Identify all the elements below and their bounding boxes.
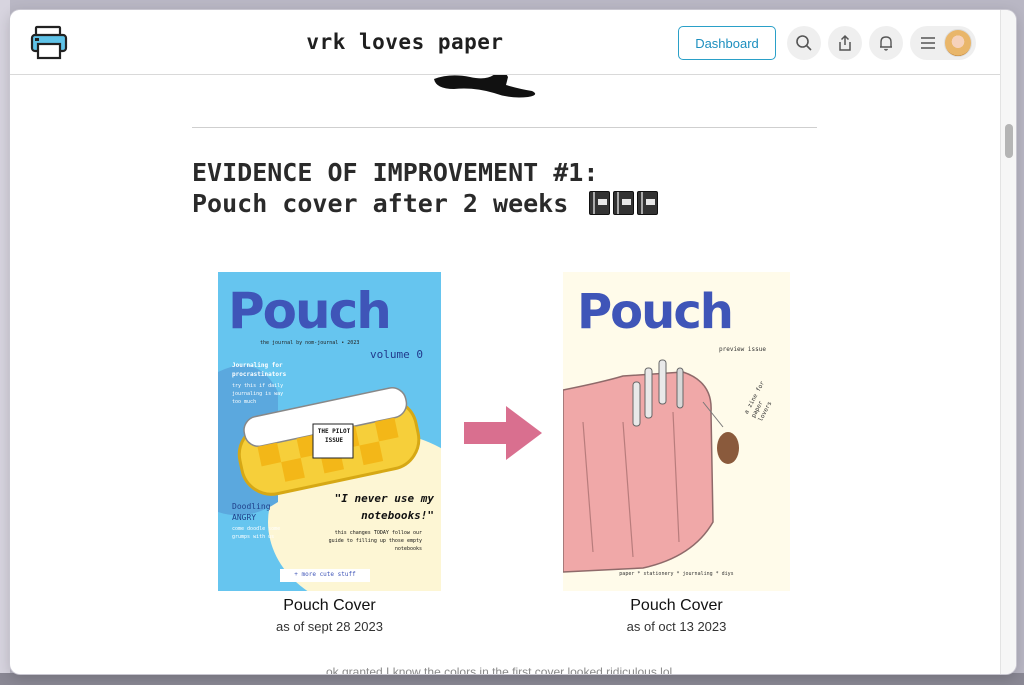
dashboard-button[interactable]: Dashboard	[678, 26, 776, 60]
cover-sidebar-body: try this if daily journaling is way too …	[232, 383, 284, 405]
cover-preview: preview issue	[719, 346, 766, 353]
cover-section2-body: come doodle some grumps with us	[232, 526, 281, 540]
pouch-cover-oct[interactable]: Pouch preview issue a zine for paper lov…	[563, 272, 790, 591]
article-content: EVIDENCE OF IMPROVEMENT #1: Pouch cover …	[10, 75, 1000, 674]
scrollbar[interactable]	[1000, 10, 1016, 674]
caption-title: Pouch Cover	[630, 597, 723, 614]
doodle-scribble	[434, 75, 536, 98]
cover-sidebar-heading: Journaling for procrastinators	[232, 362, 287, 378]
search-button[interactable]	[787, 26, 821, 60]
cover-pouch-label: THE PILOT ISSUE	[317, 428, 351, 444]
body-paragraph: ok granted I know the colors in the firs…	[326, 665, 673, 674]
share-button[interactable]	[828, 26, 862, 60]
site-header: vrk loves paper Dashboard	[10, 10, 1000, 75]
avatar[interactable]	[944, 29, 972, 57]
notebook-icon	[637, 191, 659, 215]
account-menu[interactable]	[910, 26, 976, 60]
section-heading: EVIDENCE OF IMPROVEMENT #1: Pouch cover …	[192, 157, 812, 219]
cover-title: Pouch	[228, 282, 392, 340]
heading-line-1: EVIDENCE OF IMPROVEMENT #1:	[192, 158, 599, 187]
cover-title: Pouch	[577, 284, 734, 340]
cover-more-button: + more cute stuff	[294, 571, 356, 578]
caption-title: Pouch Cover	[283, 597, 376, 614]
caption-date: as of oct 13 2023	[626, 619, 727, 634]
divider	[192, 127, 817, 128]
desktop-edge	[0, 0, 10, 685]
menu-icon	[921, 37, 935, 49]
cover-quote-sub: this changes TODAY follow our guide to f…	[328, 530, 422, 552]
arrow-right-icon	[464, 406, 542, 460]
search-icon	[796, 35, 812, 51]
cover-section2-heading: Doodling ANGRY	[232, 502, 271, 522]
bell-icon	[880, 36, 892, 51]
notifications-button[interactable]	[869, 26, 903, 60]
notebook-icons	[589, 191, 659, 215]
caption-date: as of sept 28 2023	[276, 619, 383, 634]
cover-footer: paper * stationery * journaling * diys	[619, 571, 734, 577]
cover-volume: volume 0	[370, 348, 423, 361]
share-icon	[839, 34, 851, 51]
cover-byline: the journal by nom-journal • 2023	[260, 340, 360, 346]
scrollbar-thumb[interactable]	[1005, 124, 1013, 158]
browser-window: vrk loves paper Dashboard EVIDENCE OF IM…	[10, 10, 1016, 674]
heading-line-2: Pouch cover after 2 weeks	[192, 189, 569, 218]
notebook-icon	[613, 191, 635, 215]
notebook-icon	[589, 191, 611, 215]
caption-sept: Pouch Cover as of sept 28 2023	[218, 597, 441, 634]
desktop-dock-edge	[0, 673, 1024, 685]
caption-oct: Pouch Cover as of oct 13 2023	[563, 597, 790, 634]
pouch-cover-sept[interactable]: Pouch the journal by nom-journal • 2023 …	[218, 272, 441, 591]
cover-quote: "I never use my notebooks!"	[334, 492, 434, 522]
